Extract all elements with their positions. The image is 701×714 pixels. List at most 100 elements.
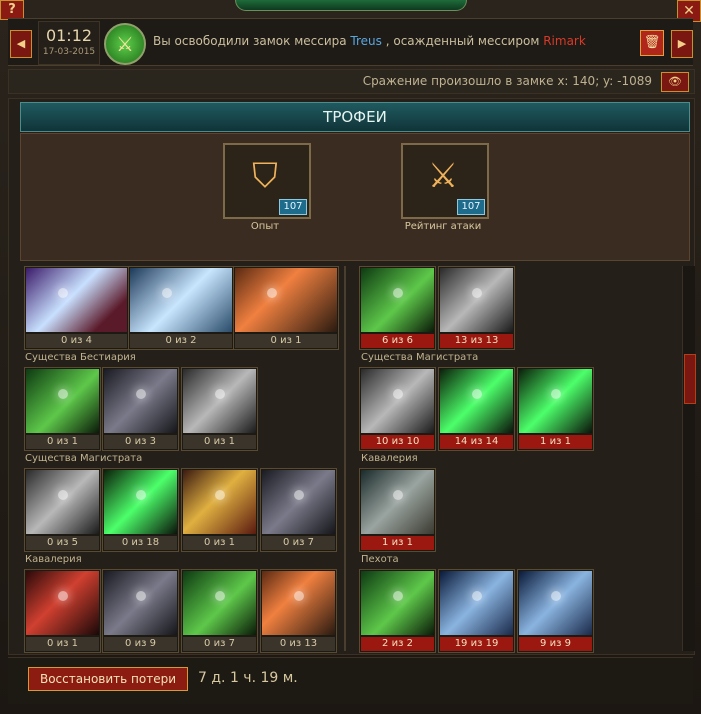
unit-count: 2 из 2 <box>361 637 434 651</box>
ally-name-link[interactable]: Treus <box>350 34 381 48</box>
unit-portrait <box>26 268 127 332</box>
group-label: Пехота <box>361 554 399 565</box>
unit-count: 0 из 1 <box>183 536 256 550</box>
unit-count: 0 из 3 <box>104 435 177 449</box>
scrollbar[interactable] <box>682 266 696 651</box>
message-text: Вы освободили замок мессира Treus , осаж… <box>153 34 586 48</box>
unit-card[interactable]: 0 из 9 <box>102 569 179 653</box>
unit-portrait <box>361 369 434 433</box>
top-ornament <box>235 0 467 11</box>
unit-count: 0 из 4 <box>26 334 127 348</box>
unit-portrait <box>519 571 592 635</box>
group-label: Существа Магистрата <box>361 352 479 363</box>
trophy-label: Рейтинг атаки <box>404 221 482 232</box>
unit-count: 0 из 13 <box>262 637 335 651</box>
unit-portrait <box>130 268 232 332</box>
unit-count: 0 из 1 <box>26 435 99 449</box>
trophies-header: ТРОФЕИ <box>20 102 690 132</box>
unit-count: 9 из 9 <box>519 637 592 651</box>
trophy-value: 107 <box>279 199 307 215</box>
next-message-button[interactable]: ▶ <box>671 30 693 58</box>
unit-card[interactable]: 0 из 1 <box>181 468 258 552</box>
unit-portrait <box>262 470 335 534</box>
unit-card[interactable]: 0 из 1 <box>181 367 258 451</box>
unit-card[interactable]: 0 из 13 <box>260 569 337 653</box>
unit-card[interactable]: 13 из 13 <box>438 266 515 350</box>
trophies-box <box>20 133 690 261</box>
battle-location-text: Сражение произошло в замке x: 140; y: -1… <box>362 74 652 88</box>
unit-count: 0 из 5 <box>26 536 99 550</box>
unit-card[interactable]: 0 из 1 <box>233 266 339 350</box>
unit-count: 13 из 13 <box>440 334 513 348</box>
unit-card[interactable]: 0 из 3 <box>102 367 179 451</box>
unit-portrait <box>361 571 434 635</box>
unit-count: 14 из 14 <box>440 435 513 449</box>
unit-count: 0 из 9 <box>104 637 177 651</box>
unit-card[interactable]: 14 из 14 <box>438 367 515 451</box>
unit-count: 0 из 1 <box>183 435 256 449</box>
unit-count: 1 из 1 <box>361 536 434 550</box>
message-bar: ◀ 01:12 17-03-2015 ⚔ Вы освободили замок… <box>8 18 693 66</box>
prev-message-button[interactable]: ◀ <box>10 30 32 58</box>
attack-rating-trophy[interactable]: ⚔ 107 <box>401 143 489 219</box>
unit-card[interactable]: 0 из 7 <box>260 468 337 552</box>
unit-portrait <box>26 571 99 635</box>
unit-portrait <box>183 571 256 635</box>
message-text-before: Вы освободили замок мессира <box>153 34 347 48</box>
group-label: Существа Бестиария <box>25 352 136 363</box>
trophy-label: Опыт <box>250 221 280 232</box>
message-timestamp: 01:12 17-03-2015 <box>38 21 100 65</box>
unit-count: 6 из 6 <box>361 334 434 348</box>
unit-portrait <box>183 369 256 433</box>
unit-card[interactable]: 9 из 9 <box>517 569 594 653</box>
shield-emblem-icon: ⛉ <box>252 156 278 196</box>
unit-card[interactable]: 19 из 19 <box>438 569 515 653</box>
scrollbar-thumb[interactable] <box>684 354 696 404</box>
unit-card[interactable]: 2 из 2 <box>359 569 436 653</box>
message-text-middle: , осажденный мессиром <box>385 34 540 48</box>
unit-portrait <box>440 268 513 332</box>
trophy-value: 107 <box>457 199 485 215</box>
unit-count: 0 из 1 <box>235 334 337 348</box>
trash-icon[interactable]: 🗑 <box>640 30 664 56</box>
unit-card[interactable]: 10 из 10 <box>359 367 436 451</box>
unit-card[interactable]: 0 из 4 <box>24 266 129 350</box>
unit-card[interactable]: 0 из 1 <box>24 367 101 451</box>
unit-portrait <box>361 268 434 332</box>
unit-card[interactable]: 0 из 18 <box>102 468 179 552</box>
unit-card[interactable]: 0 из 7 <box>181 569 258 653</box>
experience-trophy[interactable]: ⛉ 107 <box>223 143 311 219</box>
crossed-swords-icon: ⚔ <box>104 23 146 65</box>
unit-count: 19 из 19 <box>440 637 513 651</box>
unit-portrait <box>440 571 513 635</box>
unit-card[interactable]: 0 из 2 <box>128 266 234 350</box>
restore-timer: 7 д. 1 ч. 19 м. <box>198 670 298 686</box>
unit-card[interactable]: 1 из 1 <box>359 468 436 552</box>
unit-card[interactable]: 6 из 6 <box>359 266 436 350</box>
group-label: Кавалерия <box>361 453 418 464</box>
message-date: 17-03-2015 <box>42 47 96 57</box>
unit-portrait <box>235 268 337 332</box>
unit-card[interactable]: 0 из 5 <box>24 468 101 552</box>
unit-portrait <box>104 369 177 433</box>
unit-portrait <box>104 470 177 534</box>
help-button[interactable]: ? <box>0 0 24 20</box>
location-bar: Сражение произошло в замке x: 140; y: -1… <box>8 69 695 94</box>
restore-losses-button[interactable]: Восстановить потери <box>28 667 188 691</box>
unit-portrait <box>440 369 513 433</box>
group-label: Существа Магистрата <box>25 453 143 464</box>
unit-portrait <box>361 470 434 534</box>
enemy-name-link[interactable]: Rimark <box>543 34 586 48</box>
unit-count: 10 из 10 <box>361 435 434 449</box>
eye-icon[interactable]: 👁 <box>661 72 689 92</box>
unit-card[interactable]: 0 из 1 <box>24 569 101 653</box>
group-label: Кавалерия <box>25 554 82 565</box>
column-divider <box>344 266 346 651</box>
unit-card[interactable]: 1 из 1 <box>517 367 594 451</box>
unit-count: 0 из 2 <box>130 334 232 348</box>
unit-portrait <box>26 470 99 534</box>
unit-count: 0 из 1 <box>26 637 99 651</box>
unit-portrait <box>519 369 592 433</box>
unit-portrait <box>104 571 177 635</box>
unit-count: 0 из 7 <box>262 536 335 550</box>
